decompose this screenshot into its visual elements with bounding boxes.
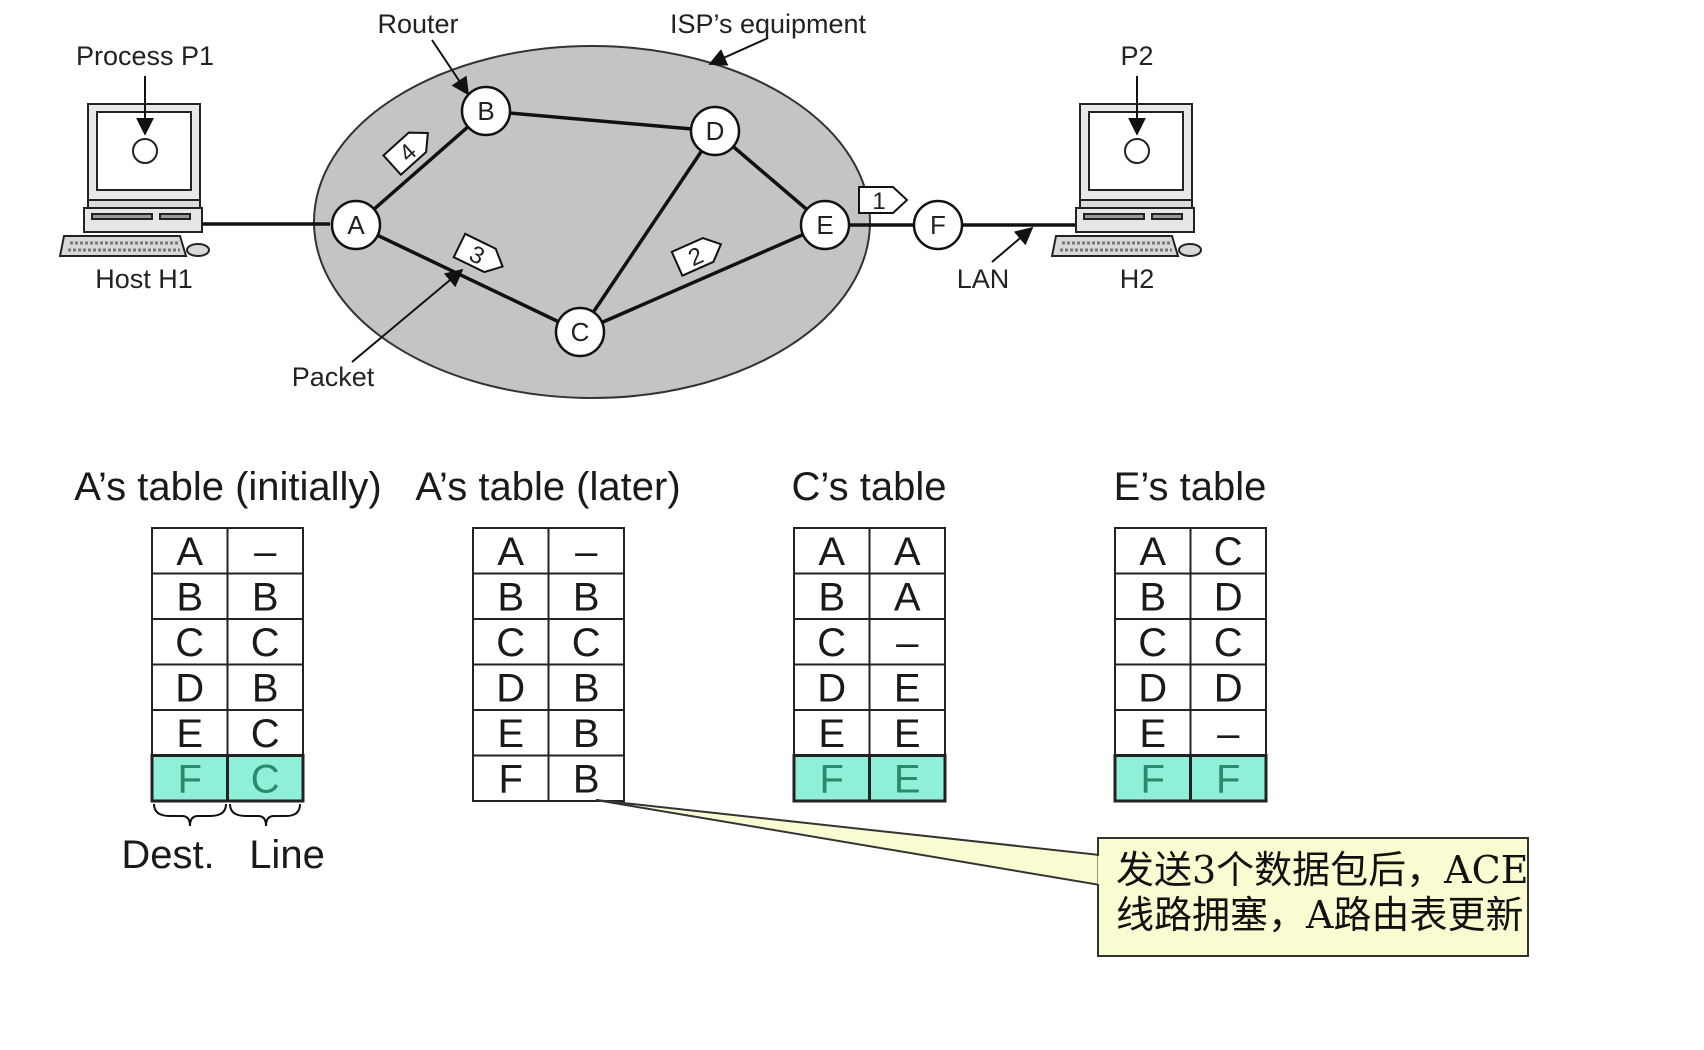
packet-label-1: 1: [872, 188, 885, 215]
table-cell-dest: E: [176, 712, 203, 756]
table-cell-dest: B: [497, 575, 524, 619]
callout-line-2: 线路拥塞，A路由表更新: [1116, 893, 1523, 937]
table-cell-dest: C: [817, 621, 846, 665]
table-cell-line: E: [894, 666, 921, 710]
table-title: E’s table: [1114, 465, 1267, 509]
table-cell-dest: F: [178, 757, 202, 801]
isp-equipment-label: ISP’s equipment: [670, 9, 867, 39]
callout-note: 发送3个数据包后，ACE 线路拥塞，A路由表更新: [595, 799, 1529, 957]
computer-icon-h1: [58, 103, 210, 257]
table-cell-dest: B: [818, 575, 845, 619]
router-node-e: E: [799, 199, 851, 251]
routing-tables: A’s table (initially)A –B BC CD BE CF CA’s tab…: [74, 465, 1268, 803]
table-cell-line: E: [894, 712, 921, 756]
table-cell-dest: A: [497, 530, 524, 574]
table-cell-line: B: [573, 666, 600, 710]
process-p1-label: Process P1: [76, 41, 214, 71]
table-cell-dest: D: [1138, 666, 1167, 710]
table-cell-line: –: [1217, 712, 1240, 756]
table-cell-line: –: [575, 530, 598, 574]
table-cell-line: B: [573, 712, 600, 756]
table-cell-dest: E: [1139, 712, 1166, 756]
callout-pointer: [595, 799, 1101, 887]
table-cell-line: B: [252, 666, 279, 710]
packet-label: Packet: [292, 362, 375, 392]
table-cell-line: C: [1214, 621, 1243, 665]
router-node-f: F: [912, 199, 964, 251]
packet-tag-1: 1: [858, 186, 909, 215]
table-title: A’s table (later): [415, 465, 680, 509]
table-cell-line: –: [896, 621, 919, 665]
node-label-b: B: [477, 96, 494, 126]
table-title: A’s table (initially): [74, 465, 382, 509]
routing-table-2: A’s table (later)A –B BC CD BE BF B: [415, 465, 681, 802]
routing-diagram: 4 3 2 1 A B C D E F Router ISP’s equipme…: [58, 9, 1529, 957]
computer-icon-h2: [1050, 103, 1202, 257]
table-cell-line: F: [1216, 757, 1240, 801]
table-cell-line: –: [254, 530, 277, 574]
routing-table-4: E’s tableA CB DC CD DE –F F: [1113, 465, 1268, 803]
routing-table-1: A’s table (initially)A –B BC CD BE CF C: [74, 465, 382, 803]
node-label-c: C: [571, 317, 590, 347]
routing-table-3: C’s tableA AB AC –D EE EF E: [792, 465, 947, 803]
h2-label: H2: [1120, 264, 1155, 294]
table-cell-dest: A: [176, 530, 203, 574]
arrow-lan: [991, 226, 1034, 263]
table-cell-dest: A: [818, 530, 845, 574]
table-cell-dest: F: [1141, 757, 1165, 801]
table-cell-dest: C: [175, 621, 204, 665]
dest-column-label: Dest.: [121, 833, 214, 877]
p2-label: P2: [1120, 41, 1153, 71]
router-node-b: B: [460, 85, 512, 137]
brace-line: [229, 803, 301, 827]
table-cell-dest: D: [817, 666, 846, 710]
router-node-a: A: [330, 199, 382, 251]
table-title: C’s table: [792, 465, 947, 509]
arrow-isp: [708, 37, 769, 66]
table-cell-dest: D: [175, 666, 204, 710]
table-cell-line: B: [252, 575, 279, 619]
table-cell-line: C: [251, 621, 280, 665]
table-cell-line: D: [1214, 666, 1243, 710]
lan-label: LAN: [957, 264, 1010, 294]
table-cell-dest: F: [820, 757, 844, 801]
table-cell-dest: B: [1139, 575, 1166, 619]
router-label: Router: [377, 9, 458, 39]
table-cell-line: A: [894, 530, 921, 574]
table-cell-dest: F: [499, 757, 523, 801]
table-cell-dest: B: [176, 575, 203, 619]
node-label-d: D: [706, 116, 725, 146]
table-cell-line: D: [1214, 575, 1243, 619]
column-braces: [153, 803, 301, 827]
host-h1-label: Host H1: [95, 264, 193, 294]
table-cell-line: C: [572, 621, 601, 665]
node-label-a: A: [347, 210, 365, 240]
line-column-label: Line: [249, 833, 325, 877]
table-cell-dest: C: [1138, 621, 1167, 665]
router-node-c: C: [554, 306, 606, 358]
table-cell-line: C: [251, 712, 280, 756]
table-cell-dest: C: [496, 621, 525, 665]
brace-dest: [153, 803, 227, 827]
table-cell-dest: D: [496, 666, 525, 710]
table-cell-line: C: [251, 757, 280, 801]
table-cell-dest: E: [497, 712, 524, 756]
table-cell-line: C: [1214, 530, 1243, 574]
node-label-f: F: [930, 210, 946, 240]
table-cell-line: B: [573, 757, 600, 801]
callout-line-1: 发送3个数据包后，ACE: [1116, 848, 1528, 892]
table-cell-line: A: [894, 575, 921, 619]
node-label-e: E: [816, 210, 833, 240]
table-cell-line: B: [573, 575, 600, 619]
table-cell-line: E: [894, 757, 921, 801]
table-cell-dest: A: [1139, 530, 1166, 574]
table-cell-dest: E: [818, 712, 845, 756]
router-node-d: D: [689, 105, 741, 157]
